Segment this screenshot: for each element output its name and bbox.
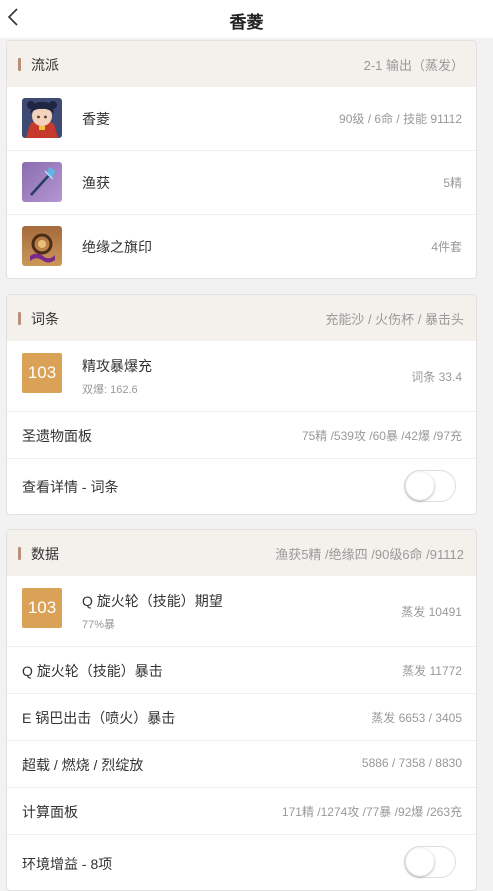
stats-card-header: 词条 充能沙 / 火伤杯 / 暴击头 <box>7 295 476 341</box>
artifact-row[interactable]: 绝缘之旗印 4件套 <box>7 214 476 278</box>
polearm-weapon-icon <box>22 162 62 202</box>
env-buff-row[interactable]: 环境增益 - 8项 <box>7 834 476 889</box>
data-score-row[interactable]: 103 Q 旋火轮（技能）期望 77%暴 蒸发 10491 <box>7 576 476 646</box>
toggle-knob <box>406 472 434 500</box>
character-row[interactable]: 香菱 90级 / 6命 / 技能 91112 <box>7 87 476 150</box>
section-accent-bar <box>18 547 21 560</box>
damage-value: 蒸发 11772 <box>402 664 462 678</box>
stats-sub-label: 双爆: 162.6 <box>82 384 138 396</box>
artifact-set-icon <box>22 226 62 266</box>
section-title: 词条 <box>31 311 59 327</box>
section-summary: 渔获5精 /绝缘四 /90级6命 /91112 <box>275 547 464 562</box>
damage-value: 5886 / 7358 / 8830 <box>361 756 462 770</box>
section-title: 流派 <box>31 57 59 73</box>
stats-card: 词条 充能沙 / 火伤杯 / 暴击头 103 精攻暴爆充 双爆: 162.6 词… <box>6 294 477 515</box>
school-card-header: 流派 2-1 输出（蒸发） <box>7 41 476 87</box>
calc-panel-label: 计算面板 <box>22 804 78 820</box>
section-accent-bar <box>18 312 21 325</box>
weapon-name: 渔获 <box>82 175 110 191</box>
calc-panel-row[interactable]: 计算面板 171精 /1274攻 /77暴 /92爆 /263充 <box>7 787 476 834</box>
weapon-refinement: 5精 <box>443 176 462 190</box>
stats-score-row[interactable]: 103 精攻暴爆充 双爆: 162.6 词条 33.4 <box>7 341 476 411</box>
stats-detail-row[interactable]: 查看详情 - 词条 <box>7 458 476 513</box>
character-name: 香菱 <box>82 111 110 127</box>
school-card: 流派 2-1 输出（蒸发） 香菱 90级 / 6命 / 技能 91112 渔获 … <box>6 40 477 279</box>
damage-row[interactable]: 超载 / 燃烧 / 烈绽放 5886 / 7358 / 8830 <box>7 740 476 787</box>
data-main-label: Q 旋火轮（技能）期望 <box>82 593 223 609</box>
character-portrait-icon <box>22 98 62 138</box>
damage-label: Q 旋火轮（技能）暴击 <box>22 663 163 679</box>
damage-label: E 锅巴出击（喷火）暴击 <box>22 710 176 726</box>
stats-detail-toggle[interactable] <box>404 470 456 502</box>
damage-label: 超载 / 燃烧 / 烈绽放 <box>22 757 144 773</box>
damage-row[interactable]: E 锅巴出击（喷火）暴击 蒸发 6653 / 3405 <box>7 693 476 740</box>
section-accent-bar <box>18 58 21 71</box>
stats-main-value: 词条 33.4 <box>411 370 462 384</box>
data-main-value: 蒸发 10491 <box>401 605 462 619</box>
damage-row[interactable]: Q 旋火轮（技能）暴击 蒸发 11772 <box>7 646 476 693</box>
stats-detail-label: 查看详情 - 词条 <box>22 479 119 495</box>
character-info: 90级 / 6命 / 技能 91112 <box>339 112 462 126</box>
calc-panel-value: 171精 /1274攻 /77暴 /92爆 /263充 <box>281 805 462 819</box>
artifact-panel-label: 圣遗物面板 <box>22 428 92 444</box>
score-badge: 103 <box>22 588 62 628</box>
env-buff-label: 环境增益 - 8项 <box>22 856 113 872</box>
data-sub-label: 77%暴 <box>82 619 116 631</box>
stats-main-label: 精攻暴爆充 <box>82 358 152 374</box>
artifact-panel-value: 75精 /539攻 /60暴 /42爆 /97充 <box>301 429 462 443</box>
env-buff-toggle[interactable] <box>404 846 456 878</box>
artifact-set-name: 绝缘之旗印 <box>82 239 152 255</box>
page-title: 香菱 <box>229 13 264 32</box>
data-card-header: 数据 渔获5精 /绝缘四 /90级6命 /91112 <box>7 530 476 576</box>
damage-value: 蒸发 6653 / 3405 <box>371 711 462 725</box>
data-card: 数据 渔获5精 /绝缘四 /90级6命 /91112 103 Q 旋火轮（技能）… <box>6 529 477 891</box>
artifact-set-count: 4件套 <box>431 240 462 254</box>
section-summary: 2-1 输出（蒸发） <box>363 58 464 73</box>
score-badge: 103 <box>22 353 62 393</box>
section-summary: 充能沙 / 火伤杯 / 暴击头 <box>325 312 464 327</box>
weapon-row[interactable]: 渔获 5精 <box>7 150 476 214</box>
top-bar: 香菱 <box>0 0 493 38</box>
artifact-panel-row[interactable]: 圣遗物面板 75精 /539攻 /60暴 /42爆 /97充 <box>7 411 476 458</box>
section-title: 数据 <box>31 546 59 562</box>
